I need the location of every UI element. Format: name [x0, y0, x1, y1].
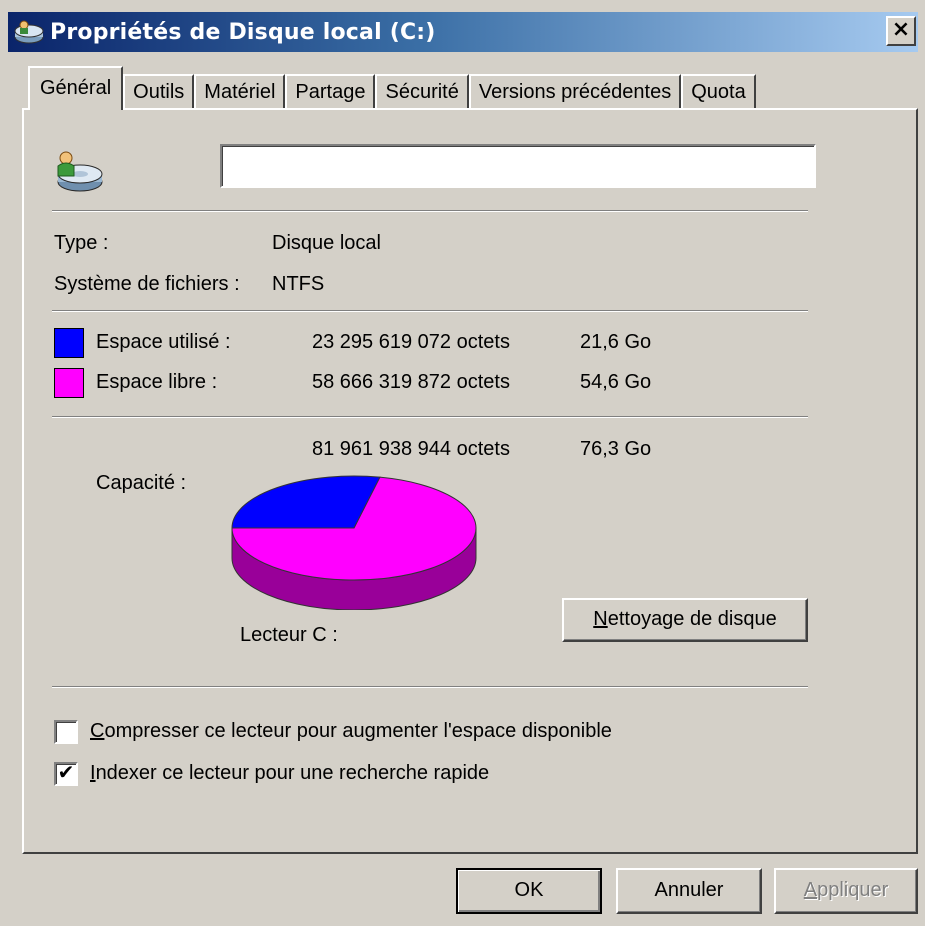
drive-icon	[57, 151, 103, 192]
close-icon: ×	[891, 17, 911, 42]
apply-label: ppliquer	[817, 879, 889, 901]
type-label: Type :	[54, 232, 109, 254]
disk-cleanup-mnemonic: N	[593, 608, 608, 630]
tab-outils[interactable]: Outils	[123, 74, 195, 110]
check-icon: ✔	[57, 762, 75, 784]
apply-mnemonic: A	[803, 879, 818, 901]
tab-materiel[interactable]: Matériel	[194, 74, 286, 110]
disk-cleanup-button[interactable]: Nettoyage de disque	[562, 598, 808, 642]
volume-name-field[interactable]	[220, 144, 816, 188]
drive-label: Lecteur C :	[240, 624, 338, 646]
used-space-swatch	[54, 328, 84, 358]
index-label[interactable]: Indexer ce lecteur pour une recherche ra…	[90, 762, 489, 785]
cancel-button[interactable]: Annuler	[616, 868, 762, 914]
tab-partage[interactable]: Partage	[285, 74, 376, 110]
window-title: Propriétés de Disque local (C:)	[50, 19, 436, 45]
free-space-bytes: 58 666 319 872 octets	[312, 371, 510, 393]
separator	[52, 686, 808, 688]
filesystem-value: NTFS	[272, 273, 325, 295]
index-text: ndexer ce lecteur pour une recherche rap…	[95, 762, 490, 784]
tab-versions-precedentes[interactable]: Versions précédentes	[468, 74, 682, 110]
filesystem-label: Système de fichiers :	[54, 273, 240, 295]
tab-strip: Général Outils Matériel Partage Sécurité…	[28, 66, 756, 110]
index-checkbox[interactable]: ✔	[54, 762, 78, 786]
free-space-label: Espace libre :	[96, 371, 218, 393]
title-bar[interactable]: Propriétés de Disque local (C:) ×	[8, 12, 918, 52]
separator	[52, 310, 808, 312]
close-button[interactable]: ×	[886, 16, 916, 46]
used-space-label: Espace utilisé :	[96, 331, 231, 353]
separator	[52, 416, 808, 418]
properties-dialog: Propriétés de Disque local (C:) × Généra…	[0, 0, 925, 926]
tab-quota[interactable]: Quota	[681, 74, 756, 110]
compress-label[interactable]: Compresser ce lecteur pour augmenter l'e…	[90, 720, 612, 743]
capacity-bytes: 81 961 938 944 octets	[312, 438, 510, 460]
drive-icon	[14, 20, 44, 44]
disk-cleanup-label: ettoyage de disque	[607, 608, 777, 630]
free-space-size: 54,6 Go	[580, 371, 652, 393]
compress-text: ompresser ce lecteur pour augmenter l'es…	[104, 720, 612, 742]
disk-usage-pie-chart	[231, 475, 477, 610]
tab-securite[interactable]: Sécurité	[375, 74, 469, 110]
separator	[52, 210, 808, 212]
used-space-slice	[231, 475, 381, 529]
type-value: Disque local	[272, 232, 381, 254]
apply-button[interactable]: Appliquer	[774, 868, 918, 914]
tab-general[interactable]: Général	[28, 66, 124, 110]
used-space-bytes: 23 295 619 072 octets	[312, 331, 510, 353]
ok-button[interactable]: OK	[456, 868, 602, 914]
compress-checkbox[interactable]	[54, 720, 78, 744]
capacity-label: Capacité :	[96, 472, 187, 494]
compress-mnemonic: C	[90, 720, 105, 742]
free-space-swatch	[54, 368, 84, 398]
used-space-size: 21,6 Go	[580, 331, 652, 353]
capacity-size: 76,3 Go	[580, 438, 652, 460]
